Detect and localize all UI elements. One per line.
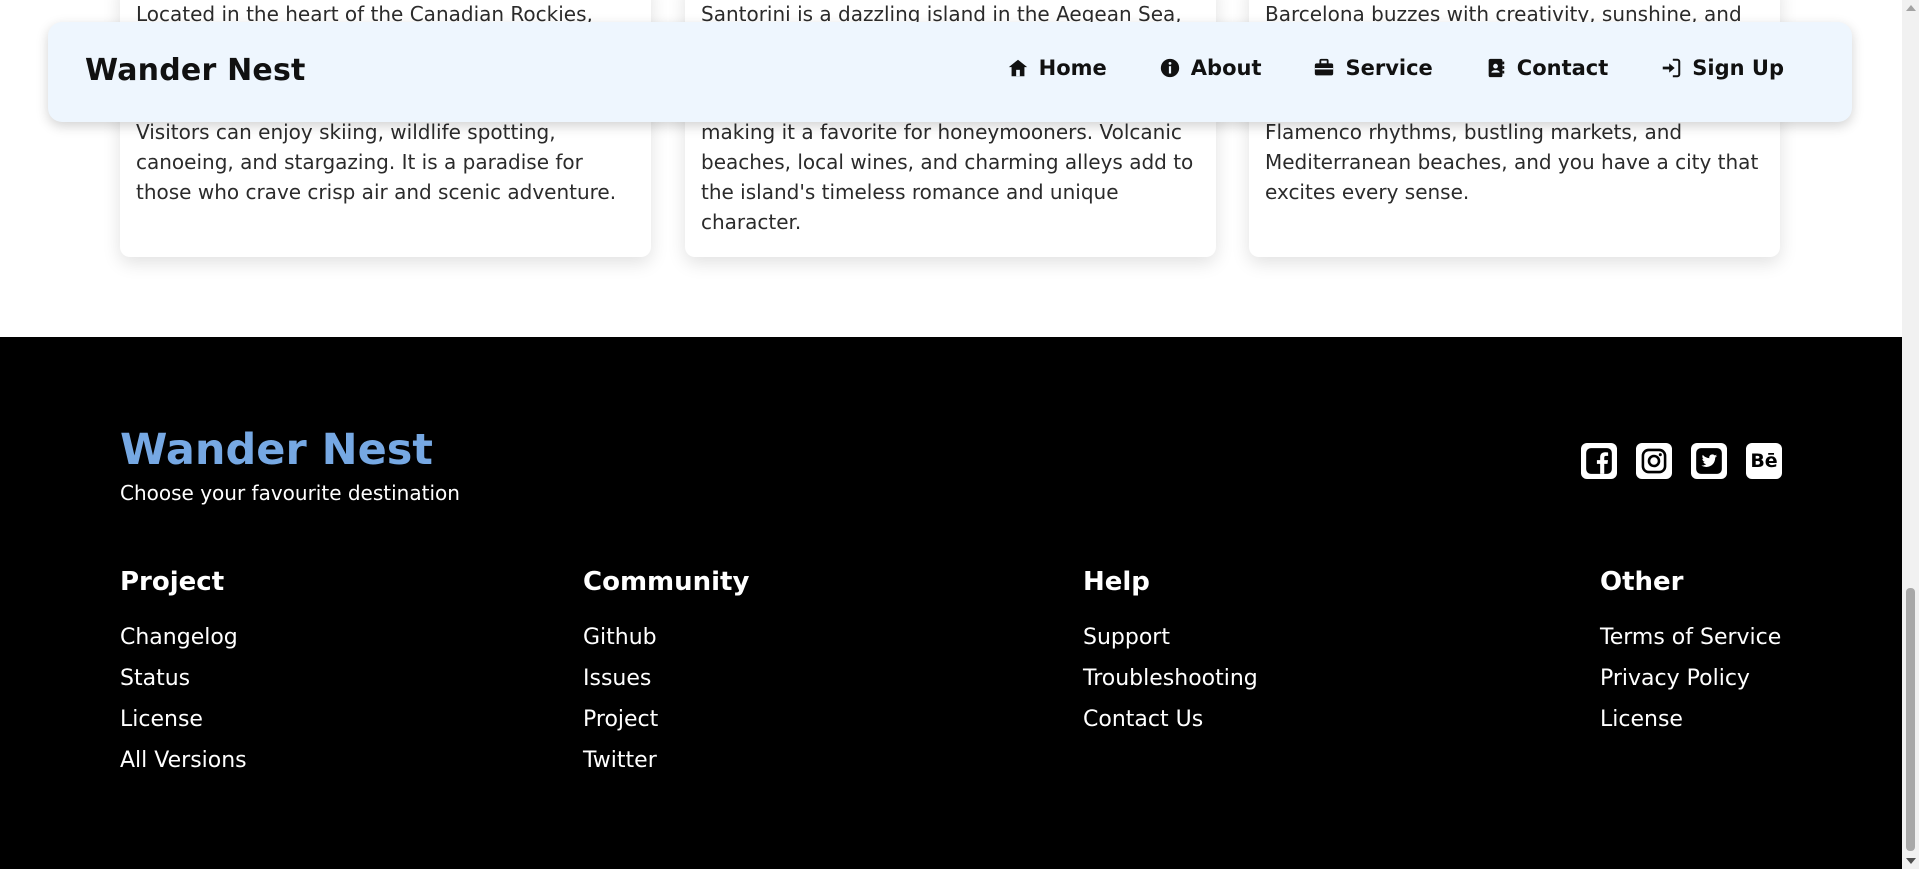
nav-link-label: Home <box>1038 56 1107 80</box>
nav-link-service[interactable]: Service <box>1313 56 1433 80</box>
navbar: Wander Nest Home About Service Contact S… <box>48 22 1852 122</box>
scroll-up-arrow-icon[interactable] <box>1906 5 1916 11</box>
info-icon <box>1160 58 1179 78</box>
footer-link-project[interactable]: Project <box>583 699 749 740</box>
scroll-down-arrow-icon[interactable] <box>1906 858 1916 864</box>
footer-column-title: Project <box>120 567 225 597</box>
footer-column-project: Project Changelog Status License All Ver… <box>120 567 247 781</box>
footer-link-privacy-policy[interactable]: Privacy Policy <box>1600 658 1781 699</box>
footer-column-title: Community <box>583 567 750 597</box>
nav-link-label: About <box>1190 56 1262 80</box>
footer-link-github[interactable]: Github <box>583 617 749 658</box>
footer-link-changelog[interactable]: Changelog <box>120 617 247 658</box>
social-links: Bē <box>1581 443 1782 479</box>
instagram-link[interactable] <box>1636 443 1672 479</box>
briefcase-icon <box>1315 58 1334 76</box>
nav-link-label: Sign Up <box>1692 56 1784 80</box>
footer-column-community: Community Github Issues Project Twitter <box>583 567 749 781</box>
nav-link-contact[interactable]: Contact <box>1485 56 1609 80</box>
footer-brand: Wander Nest <box>120 425 433 475</box>
footer-link-contact-us[interactable]: Contact Us <box>1083 699 1258 740</box>
facebook-link[interactable] <box>1581 443 1617 479</box>
footer-link-twitter[interactable]: Twitter <box>583 740 749 781</box>
instagram-icon <box>1641 448 1667 474</box>
footer-link-support[interactable]: Support <box>1083 617 1258 658</box>
facebook-icon <box>1586 448 1612 474</box>
card-text: Visitors can enjoy skiing, wildlife spot… <box>136 120 617 204</box>
card-text: Flamenco rhythms, bustling markets, and … <box>1265 120 1759 204</box>
nav-link-label: Service <box>1345 56 1433 80</box>
twitter-link[interactable] <box>1691 443 1727 479</box>
home-icon <box>1008 59 1027 77</box>
footer-column-title: Help <box>1083 567 1150 597</box>
navbar-brand[interactable]: Wander Nest <box>85 53 306 88</box>
footer-column-help: Help Support Troubleshooting Contact Us <box>1083 567 1258 740</box>
address-book-icon <box>1488 58 1505 78</box>
sign-in-icon <box>1663 58 1681 78</box>
footer-tagline: Choose your favourite destination <box>120 481 460 505</box>
behance-icon: Bē <box>1750 450 1778 472</box>
vertical-scrollbar[interactable] <box>1902 0 1919 869</box>
footer-link-status[interactable]: Status <box>120 658 247 699</box>
scrollbar-thumb[interactable] <box>1906 588 1915 851</box>
nav-link-about[interactable]: About <box>1159 56 1262 80</box>
page: Located in the heart of the Canadian Roc… <box>0 0 1902 869</box>
footer: Wander Nest Choose your favourite destin… <box>0 337 1902 869</box>
nav-link-sign-up[interactable]: Sign Up <box>1660 56 1784 80</box>
footer-link-terms-of-service[interactable]: Terms of Service <box>1600 617 1781 658</box>
footer-column-other: Other Terms of Service Privacy Policy Li… <box>1600 567 1781 740</box>
footer-link-all-versions[interactable]: All Versions <box>120 740 247 781</box>
footer-link-issues[interactable]: Issues <box>583 658 749 699</box>
footer-column-title: Other <box>1600 567 1684 597</box>
nav-link-home[interactable]: Home <box>1007 56 1107 80</box>
footer-link-license[interactable]: License <box>1600 699 1781 740</box>
footer-link-troubleshooting[interactable]: Troubleshooting <box>1083 658 1258 699</box>
nav-link-label: Contact <box>1516 56 1609 80</box>
card-text: making it a favorite for honeymooners. V… <box>701 120 1194 234</box>
footer-link-license[interactable]: License <box>120 699 247 740</box>
twitter-icon <box>1696 448 1722 474</box>
behance-link[interactable]: Bē <box>1746 443 1782 479</box>
nav-links: Home About Service Contact Sign Up <box>1007 56 1784 80</box>
